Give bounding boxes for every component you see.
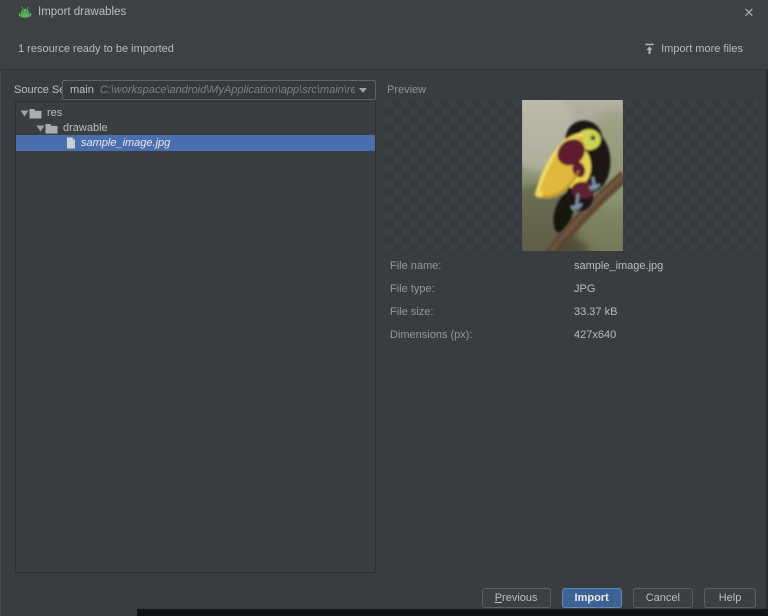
folder-icon <box>45 123 58 133</box>
detail-row-file-type: File type: JPG <box>390 283 760 295</box>
dialog-title: Import drawables <box>38 6 127 18</box>
file-details: File name: sample_image.jpg File type: J… <box>390 260 760 352</box>
tree-item-label: drawable <box>63 122 108 134</box>
chevron-down-icon <box>359 87 367 93</box>
detail-label: File name: <box>390 260 442 272</box>
tree-item-label: res <box>47 107 63 119</box>
detail-row-file-name: File name: sample_image.jpg <box>390 260 760 272</box>
detail-row-dimensions: Dimensions (px): 427x640 <box>390 329 760 341</box>
android-icon <box>18 6 32 18</box>
tree-item-res[interactable]: res <box>16 105 375 121</box>
background-window-edge <box>137 609 768 616</box>
import-button[interactable]: Import <box>561 588 622 608</box>
dialog-footer: Previous Import Cancel Help <box>481 588 756 608</box>
detail-value: 427x640 <box>574 329 617 341</box>
title-bar: Import drawables ✕ <box>0 0 768 24</box>
detail-label: File type: <box>390 283 435 295</box>
import-button-label: Import <box>574 592 609 604</box>
folder-icon <box>29 108 42 118</box>
close-icon[interactable]: ✕ <box>740 4 758 21</box>
detail-value: 33.37 kB <box>574 306 618 318</box>
resource-status-text: 1 resource ready to be imported <box>18 43 174 55</box>
chevron-expanded-icon <box>20 110 29 116</box>
cancel-button[interactable]: Cancel <box>632 588 693 608</box>
source-set-value: main <box>70 84 94 96</box>
cancel-button-label: Cancel <box>645 592 680 604</box>
tree-item-label: sample_image.jpg <box>81 137 171 149</box>
previous-button-label: Previous <box>494 592 538 604</box>
help-button-label: Help <box>718 592 742 604</box>
detail-value: JPG <box>574 283 596 295</box>
preview-panel <box>385 100 759 251</box>
source-set-path: C:\workspace\android\MyApplication\app\s… <box>99 84 355 96</box>
import-drawables-dialog: Import drawables ✕ 1 resource ready to b… <box>0 0 768 616</box>
chevron-expanded-icon <box>36 125 45 131</box>
detail-label: File size: <box>390 306 434 318</box>
detail-label: Dimensions (px): <box>390 329 473 341</box>
detail-value: sample_image.jpg <box>574 260 664 272</box>
import-more-files-button[interactable]: Import more files <box>644 41 743 57</box>
source-set-combobox[interactable]: main C:\workspace\android\MyApplication\… <box>62 80 376 100</box>
preview-image <box>521 100 623 251</box>
import-up-arrow-icon <box>645 43 654 55</box>
detail-row-file-size: File size: 33.37 kB <box>390 306 760 318</box>
resource-tree: res drawable sample_image.jpg <box>15 101 376 573</box>
dialog-header: Import drawables ✕ 1 resource ready to b… <box>0 0 768 70</box>
tree-item-sample-image[interactable]: sample_image.jpg <box>16 135 375 151</box>
previous-button[interactable]: Previous <box>481 588 551 608</box>
preview-label: Preview <box>387 84 427 96</box>
help-button[interactable]: Help <box>704 588 756 608</box>
tree-item-drawable[interactable]: drawable <box>16 120 375 136</box>
import-more-files-label: Import more files <box>661 43 743 55</box>
image-file-icon <box>67 137 75 149</box>
